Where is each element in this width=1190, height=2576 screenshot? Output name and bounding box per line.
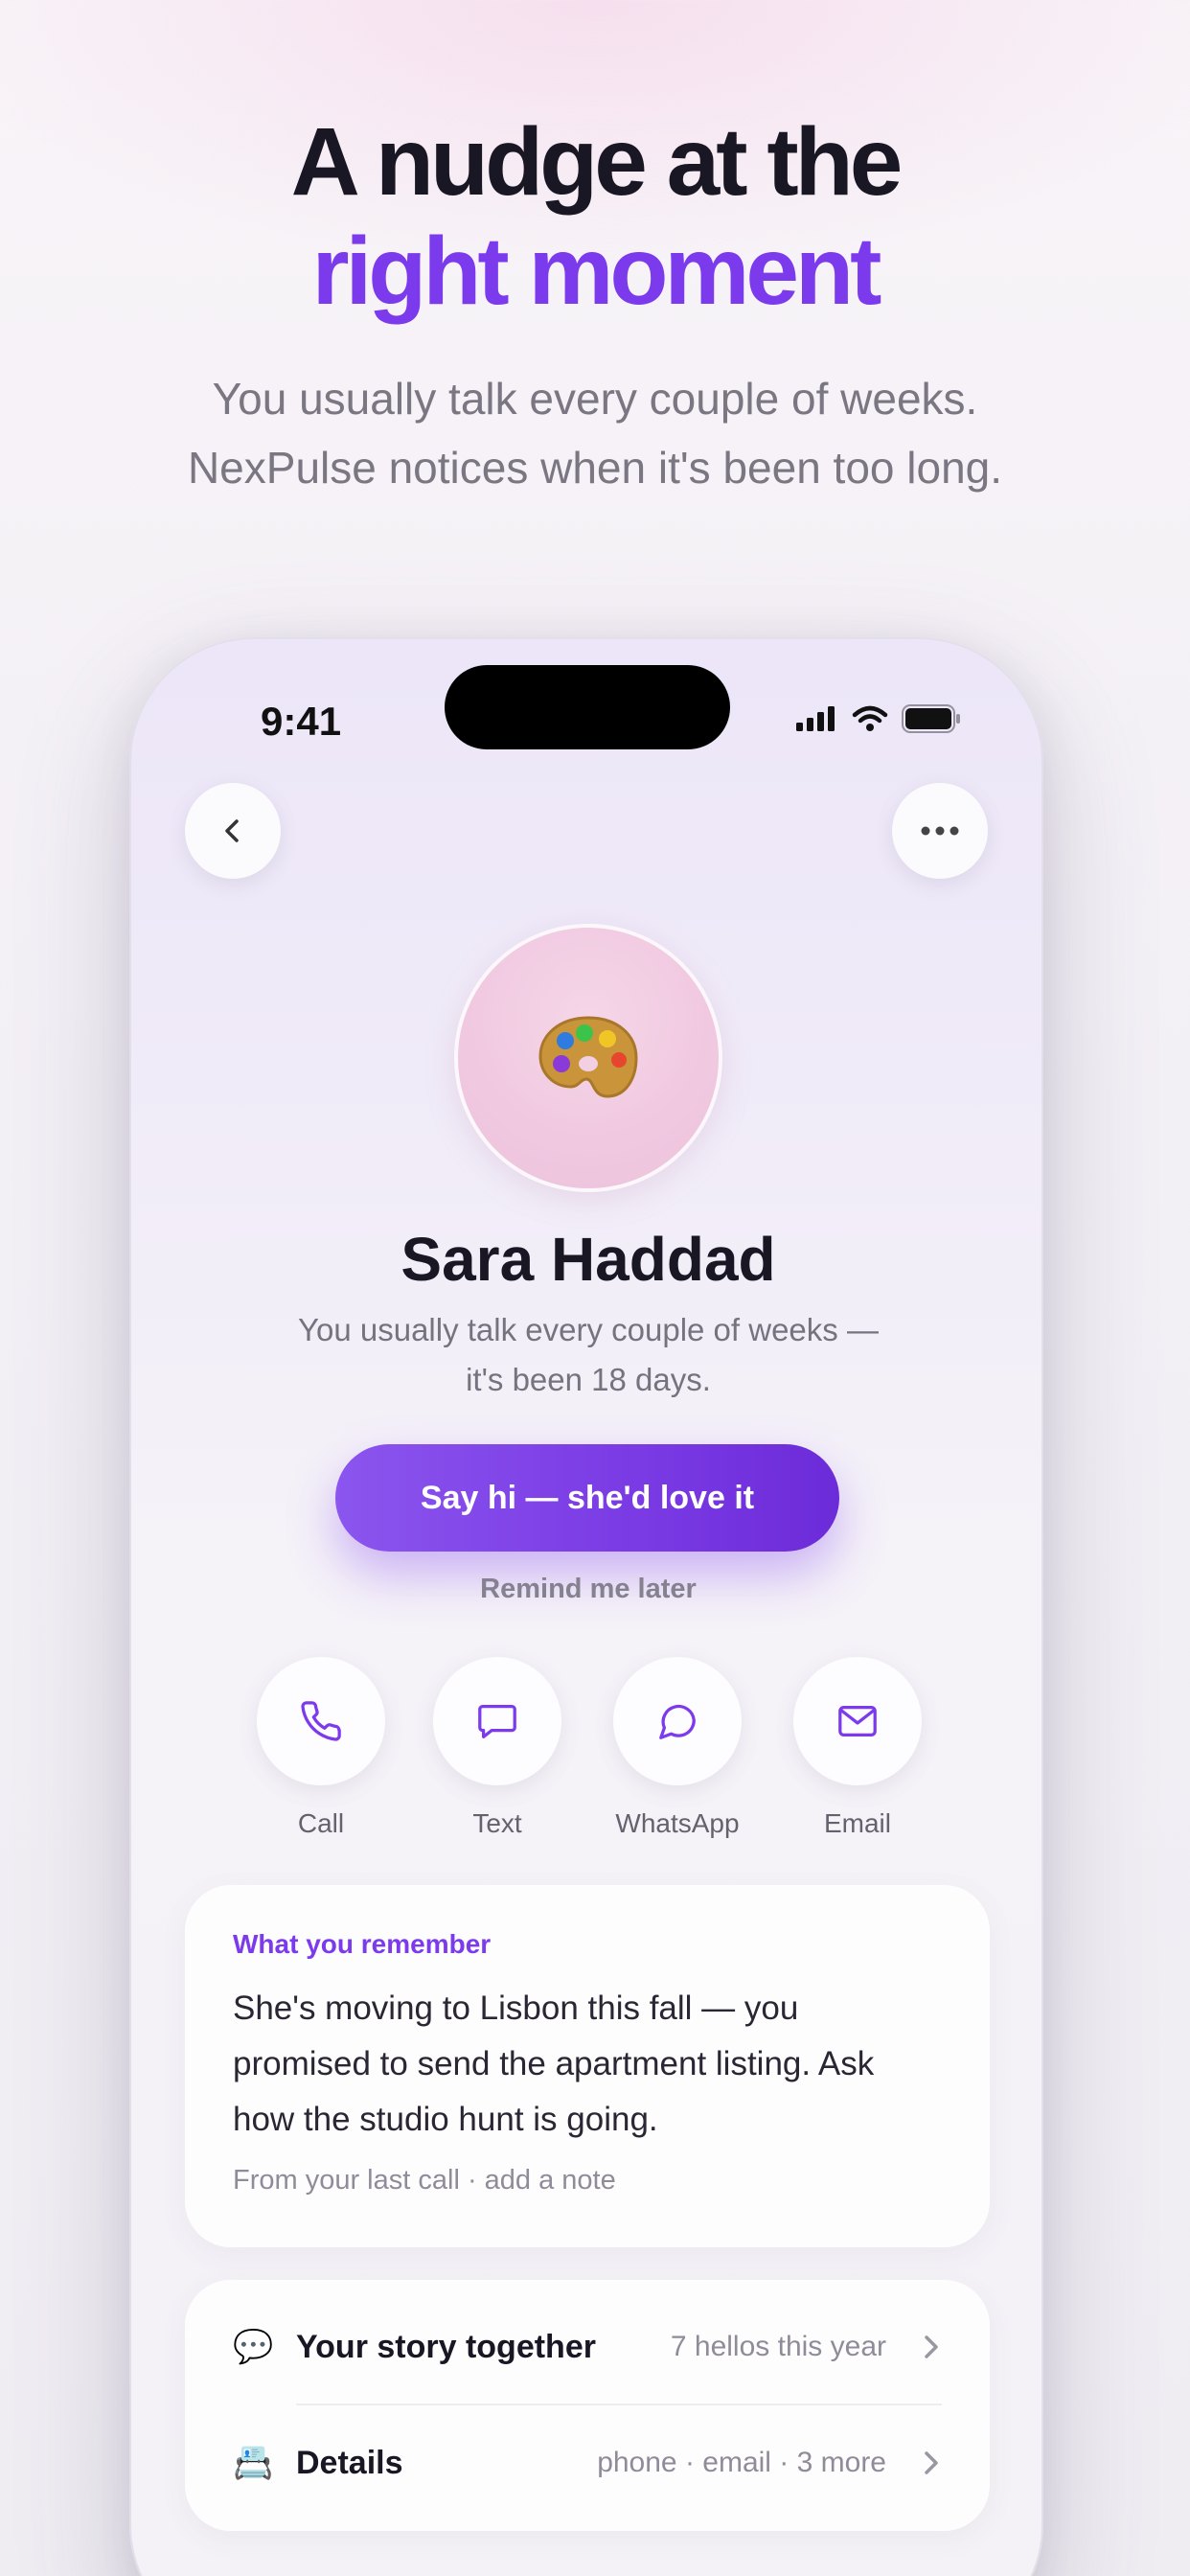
status-time: 9:41 [261, 699, 342, 744]
details-meta: phone · email · 3 more [597, 2447, 886, 2478]
remind-me-later-button[interactable]: Remind me later [131, 1574, 1041, 1605]
call-button[interactable] [257, 1657, 385, 1785]
more-button[interactable] [892, 783, 988, 879]
whatsapp-action[interactable]: WhatsApp [601, 1657, 754, 1839]
chevron-right-icon [921, 2333, 942, 2361]
details-title: Details [296, 2444, 403, 2481]
say-hi-button[interactable]: Say hi — she'd love it [335, 1444, 839, 1552]
headline: A nudge at the right moment [0, 107, 1190, 326]
contact-name: Sara Haddad [400, 1225, 776, 1294]
story-title: Your story together [296, 2328, 596, 2365]
more-horizontal-icon [921, 826, 959, 836]
back-button[interactable] [185, 783, 281, 879]
chevron-left-icon [225, 819, 239, 842]
email-action[interactable]: Email [781, 1657, 934, 1839]
mail-icon [838, 1705, 877, 1737]
battery-icon [902, 704, 960, 733]
cellular-signal-icon [796, 706, 835, 731]
info-card: 💬 Your story together 7 hellos this year… [185, 2280, 990, 2531]
cadence-line-1: You usually talk every couple of weeks — [298, 1312, 879, 1347]
email-button[interactable] [793, 1657, 922, 1785]
subheadline-line-1: You usually talk every couple of weeks. [212, 374, 978, 424]
avatar [454, 924, 722, 1192]
headline-line-2: right moment [311, 218, 882, 325]
story-meta: 7 hellos this year [670, 2331, 886, 2362]
text-button[interactable] [433, 1657, 561, 1785]
message-circle-icon [659, 1704, 696, 1739]
speech-bubble-icon: 💬 [233, 2329, 274, 2365]
dynamic-island [445, 665, 730, 749]
whatsapp-label: WhatsApp [615, 1808, 740, 1838]
details-row[interactable]: 📇 Details phone · email · 3 more [233, 2405, 942, 2520]
contact-cadence: You usually talk every couple of weeks —… [131, 1305, 1041, 1405]
memory-card[interactable]: What you remember She's moving to Lisbon… [185, 1885, 990, 2247]
email-label: Email [823, 1808, 891, 1838]
chevron-right-icon [921, 2449, 942, 2477]
phone-mockup: 9:41 Sara Haddad You usually talk every … [129, 637, 1043, 2576]
memory-footer[interactable]: From your last call · add a note [233, 2165, 942, 2196]
phone-icon [301, 1701, 341, 1741]
memory-body: She's moving to Lisbon this fall — you p… [233, 1990, 875, 2138]
call-action[interactable]: Call [244, 1657, 398, 1839]
palette-icon [538, 1016, 638, 1098]
message-square-icon [478, 1705, 516, 1738]
card-index-icon: 📇 [233, 2445, 274, 2481]
wifi-icon [852, 705, 888, 731]
cadence-line-2: it's been 18 days. [466, 1362, 711, 1397]
subheadline: You usually talk every couple of weeks. … [0, 364, 1190, 502]
subheadline-line-2: NexPulse notices when it's been too long… [187, 443, 1003, 493]
text-action[interactable]: Text [421, 1657, 574, 1839]
call-label: Call [297, 1808, 345, 1838]
text-label: Text [472, 1808, 522, 1838]
whatsapp-button[interactable] [613, 1657, 742, 1785]
headline-line-1: A nudge at the [290, 108, 904, 216]
status-icons [796, 704, 961, 733]
memory-eyebrow: What you remember [233, 1929, 492, 1959]
story-row[interactable]: 💬 Your story together 7 hellos this year [233, 2289, 942, 2404]
